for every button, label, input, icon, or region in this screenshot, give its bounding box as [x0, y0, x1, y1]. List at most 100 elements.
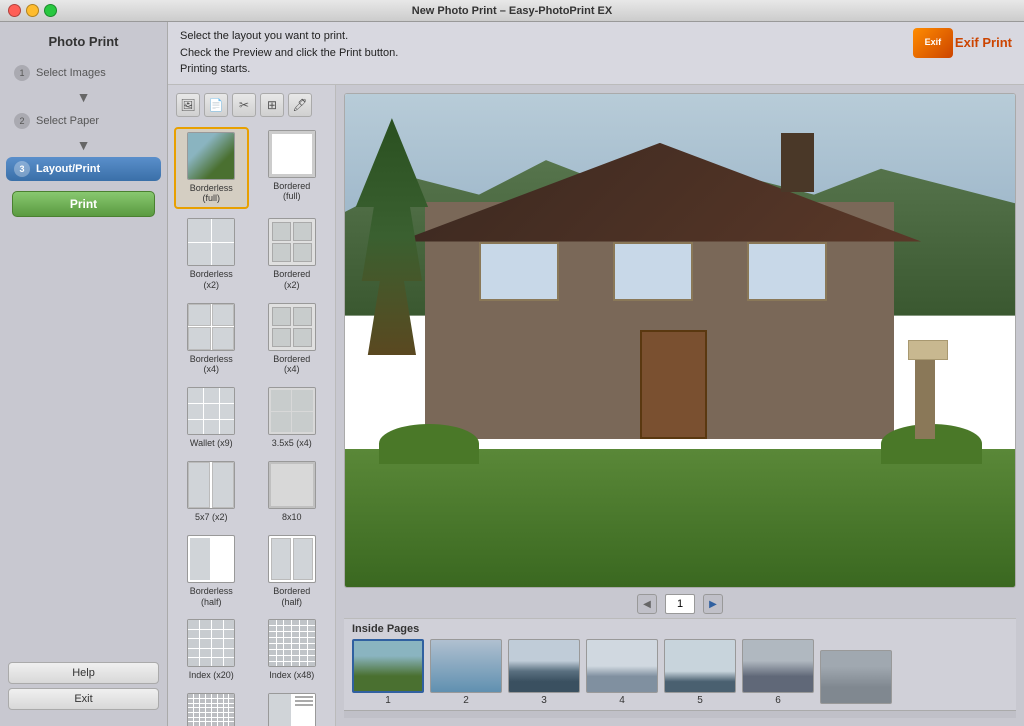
- thumb-img-4: [586, 639, 658, 693]
- page-navigation: ◀ 1 ▶: [344, 588, 1016, 618]
- toolbar: 🖼 📄 ✂ ⊞ 🖊: [174, 91, 329, 119]
- layout-label-borderless-half: Borderless(half): [190, 586, 233, 608]
- preview-frame: [344, 93, 1016, 589]
- thumb-img-5: [664, 639, 736, 693]
- layout-5x7-x2[interactable]: 5x7 (x2): [174, 458, 249, 526]
- sidebar-item-select-images: Select Images: [36, 67, 106, 79]
- layout-3x5-x4[interactable]: 3.5x5 (x4): [255, 384, 330, 452]
- step-num-2: 2: [14, 113, 30, 129]
- scroll-thumb[interactable]: [348, 712, 428, 718]
- layout-thumb-borderless-x4: [187, 303, 235, 351]
- thumb-item-4[interactable]: 4: [586, 639, 658, 706]
- thumb-img-6: [742, 639, 814, 693]
- layout-label-5x7-x2: 5x7 (x2): [195, 512, 228, 523]
- layout-bordered-half[interactable]: Bordered(half): [255, 532, 330, 611]
- layout-bordered-full[interactable]: Bordered(full): [255, 127, 330, 210]
- layout-label-index-x20: Index (x20): [189, 670, 234, 681]
- layout-thumb-3x5-x4: [268, 387, 316, 435]
- page-number: 1: [665, 594, 695, 614]
- layout-label-borderless-full: Borderless(full): [190, 183, 233, 205]
- layout-borderless-x2[interactable]: Borderless(x2): [174, 215, 249, 294]
- print-button[interactable]: Print: [12, 191, 155, 217]
- sidebar-step-1[interactable]: 1 Select Images: [6, 61, 161, 85]
- layout-thumb-bordered-half: [268, 535, 316, 583]
- sidebar-bottom: Help Exit: [0, 654, 167, 718]
- layout-thumb-bordered-full: [268, 130, 316, 178]
- tool-edit-icon[interactable]: 🖊: [288, 93, 312, 117]
- thumb-img-1: [352, 639, 424, 693]
- tool-images-icon[interactable]: 🖼: [176, 93, 200, 117]
- thumb-img-7: [820, 650, 892, 704]
- help-button[interactable]: Help: [8, 662, 159, 684]
- thumb-item-2[interactable]: 2: [430, 639, 502, 706]
- thumb-num-6: 6: [775, 695, 781, 706]
- layout-borderless-full[interactable]: Borderless(full): [174, 127, 249, 210]
- exit-button[interactable]: Exit: [8, 688, 159, 710]
- layout-label-bordered-x4: Bordered(x4): [273, 354, 310, 376]
- layout-borderless-half[interactable]: Borderless(half): [174, 532, 249, 611]
- maximize-button[interactable]: [44, 4, 57, 17]
- layout-thumb-8x10: [268, 461, 316, 509]
- main-content: Select the layout you want to print. Che…: [168, 22, 1024, 726]
- layout-label-bordered-half: Bordered(half): [273, 586, 310, 608]
- window-title: New Photo Print – Easy-PhotoPrint EX: [412, 5, 612, 17]
- layout-thumb-borderless-full: [187, 132, 235, 180]
- layout-thumb-bordered-x4: [268, 303, 316, 351]
- layout-thumb-index-x20: [187, 619, 235, 667]
- layout-captured-info[interactable]: CapturedInfo: [255, 690, 330, 726]
- layout-borderless-x4[interactable]: Borderless(x4): [174, 300, 249, 379]
- layout-label-borderless-x2: Borderless(x2): [190, 269, 233, 291]
- layout-bordered-x4[interactable]: Bordered(x4): [255, 300, 330, 379]
- thumb-num-1: 1: [385, 695, 391, 706]
- layout-wallet-x9[interactable]: Wallet (x9): [174, 384, 249, 452]
- minimize-button[interactable]: [26, 4, 39, 17]
- layout-panel: 🖼 📄 ✂ ⊞ 🖊 Borderless(full): [168, 85, 336, 726]
- scrollbar[interactable]: [344, 710, 1016, 718]
- thumb-item-6[interactable]: 6: [742, 639, 814, 706]
- sidebar-step-2[interactable]: 2 Select Paper: [6, 109, 161, 133]
- layout-thumb-index-x48: [268, 619, 316, 667]
- layout-label-3x5-x4: 3.5x5 (x4): [272, 438, 312, 449]
- layout-thumb-captured-info: [268, 693, 316, 726]
- thumb-num-4: 4: [619, 695, 625, 706]
- thumb-num-3: 3: [541, 695, 547, 706]
- tool-crop-icon[interactable]: ✂: [232, 93, 256, 117]
- next-page-button[interactable]: ▶: [703, 594, 723, 614]
- tool-layout-icon[interactable]: ⊞: [260, 93, 284, 117]
- thumb-item-3[interactable]: 3: [508, 639, 580, 706]
- layout-index-x80[interactable]: Index (x80): [174, 690, 249, 726]
- sidebar-item-layout-print: Layout/Print: [36, 163, 100, 175]
- instructions-text: Select the layout you want to print. Che…: [180, 28, 398, 78]
- thumb-img-2: [430, 639, 502, 693]
- layout-8x10[interactable]: 8x10: [255, 458, 330, 526]
- sidebar: Photo Print 1 Select Images ▼ 2 Select P…: [0, 22, 168, 726]
- layout-index-x48[interactable]: Index (x48): [255, 616, 330, 684]
- layout-label-wallet-x9: Wallet (x9): [190, 438, 233, 449]
- layout-label-index-x48: Index (x48): [269, 670, 314, 681]
- arrow-2: ▼: [0, 137, 167, 153]
- layout-bordered-x2[interactable]: Bordered(x2): [255, 215, 330, 294]
- tool-copy-icon[interactable]: 📄: [204, 93, 228, 117]
- layout-thumb-wallet-x9: [187, 387, 235, 435]
- exif-print-logo: Exif Exif Print: [913, 28, 1012, 58]
- thumb-num-5: 5: [697, 695, 703, 706]
- layout-label-borderless-x4: Borderless(x4): [190, 354, 233, 376]
- layout-thumb-borderless-half: [187, 535, 235, 583]
- titlebar: New Photo Print – Easy-PhotoPrint EX: [0, 0, 1024, 22]
- window-controls[interactable]: [8, 4, 57, 17]
- thumb-item-7[interactable]: [820, 650, 892, 706]
- sidebar-step-3[interactable]: 3 Layout/Print: [6, 157, 161, 181]
- prev-page-button[interactable]: ◀: [637, 594, 657, 614]
- layout-thumb-index-x80: [187, 693, 235, 726]
- layout-grid: Borderless(full) Bordered(full): [174, 127, 329, 726]
- close-button[interactable]: [8, 4, 21, 17]
- thumb-item-1[interactable]: 1: [352, 639, 424, 706]
- arrow-1: ▼: [0, 89, 167, 105]
- thumb-item-5[interactable]: 5: [664, 639, 736, 706]
- sidebar-item-select-paper: Select Paper: [36, 115, 99, 127]
- inside-pages: Inside Pages 1 2 3: [344, 618, 1016, 710]
- step-num-1: 1: [14, 65, 30, 81]
- layout-thumb-bordered-x2: [268, 218, 316, 266]
- sidebar-title: Photo Print: [0, 30, 167, 59]
- layout-index-x20[interactable]: Index (x20): [174, 616, 249, 684]
